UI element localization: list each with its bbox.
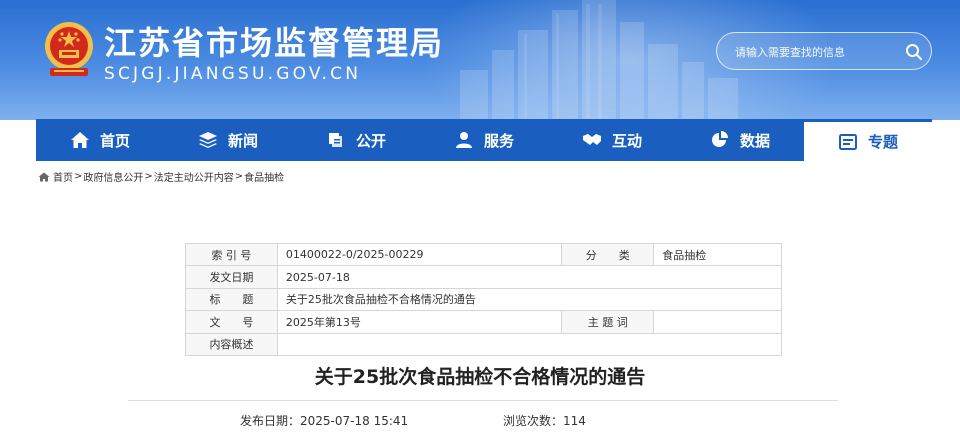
view-count-label: 浏览次数： [503,414,564,428]
table-row: 文 号 2025年第13号 主 题 词 [185,310,782,334]
title-value: 关于25批次食品抽检不合格情况的通告 [276,287,783,312]
document-info-table: 索 引 号 01400022-0/2025-00229 分 类 食品抽检 发文日… [185,242,783,356]
publish-date-label: 发布日期： [240,414,301,428]
nav-label: 数据 [739,131,770,150]
topic-icon [838,133,857,150]
nav-label: 新闻 [227,131,258,150]
date-label: 发文日期 [185,265,278,289]
subject-value [653,310,782,334]
subject-label: 主 题 词 [561,310,655,334]
nav-item-service[interactable]: 服务 [420,119,548,161]
site-domain: SCJGJ.JIANGSU.GOV.CN [104,64,362,84]
nav-label: 首页 [99,131,130,150]
nav-item-news[interactable]: 新闻 [164,119,292,161]
breadcrumb-home[interactable]: 首页 [53,169,73,184]
main-nav: 首页 新闻 公开 服务 互动 数据 专题 [36,119,932,161]
nav-item-home[interactable]: 首页 [36,119,164,161]
table-row: 内容概述 [185,332,783,356]
site-header: 江苏省市场监督管理局 SCJGJ.JIANGSU.GOV.CN [0,0,960,120]
nav-label: 互动 [611,131,642,150]
breadcrumb-food-inspection[interactable]: 食品抽检 [244,169,284,184]
nav-label: 专题 [867,133,898,151]
breadcrumb-separator: > [74,171,83,182]
docnum-label: 文 号 [185,310,278,334]
site-title[interactable]: 江苏省市场监督管理局 [104,18,444,64]
breadcrumb-statutory[interactable]: 法定主动公开内容 [154,169,234,184]
category-value: 食品抽检 [653,242,782,267]
nav-label: 服务 [483,131,514,150]
table-row: 发文日期 2025-07-18 [185,265,783,289]
nav-item-data[interactable]: 数据 [676,119,804,161]
date-value: 2025-07-18 [276,265,783,289]
summary-label: 内容概述 [185,332,278,356]
view-count-value: 114 [563,414,586,428]
search-box[interactable] [716,32,932,70]
article-title: 关于25批次食品抽检不合格情况的通告 [314,366,646,388]
summary-value [276,332,783,356]
search-input[interactable] [735,42,895,62]
national-emblem-icon [45,22,93,76]
breadcrumb-gov-info[interactable]: 政府信息公开 [83,169,143,184]
nav-label: 公开 [355,131,386,150]
home-icon [38,172,50,181]
breadcrumb-separator: > [234,171,244,182]
search-icon[interactable] [905,43,923,61]
layers-icon [198,132,217,148]
index-label: 索 引 号 [185,242,278,267]
nav-item-public[interactable]: 公开 [292,119,420,161]
city-skyline-graphic [460,0,738,120]
handshake-icon [582,134,601,145]
breadcrumb: 首页 > 政府信息公开 > 法定主动公开内容 > 食品抽检 [38,169,284,184]
publish-date-value: 2025-07-18 15:41 [300,414,409,428]
publish-date: 发布日期：2025-07-18 15:41 [240,412,408,429]
table-row: 索 引 号 01400022-0/2025-00229 分 类 食品抽检 [185,242,782,267]
book-icon [328,133,342,147]
table-row: 标 题 关于25批次食品抽检不合格情况的通告 [185,287,783,312]
nav-item-topic[interactable]: 专题 [804,119,932,161]
nav-item-interact[interactable]: 互动 [548,119,676,161]
docnum-value: 2025年第13号 [276,310,563,334]
home-icon [70,132,89,148]
divider [128,400,838,401]
view-count: 浏览次数：114 [503,412,586,429]
title-label: 标 题 [185,287,278,312]
breadcrumb-separator: > [144,171,153,182]
people-icon [455,132,472,148]
pie-chart-icon [711,131,728,147]
category-label: 分 类 [561,242,655,267]
index-value: 01400022-0/2025-00229 [276,242,563,267]
